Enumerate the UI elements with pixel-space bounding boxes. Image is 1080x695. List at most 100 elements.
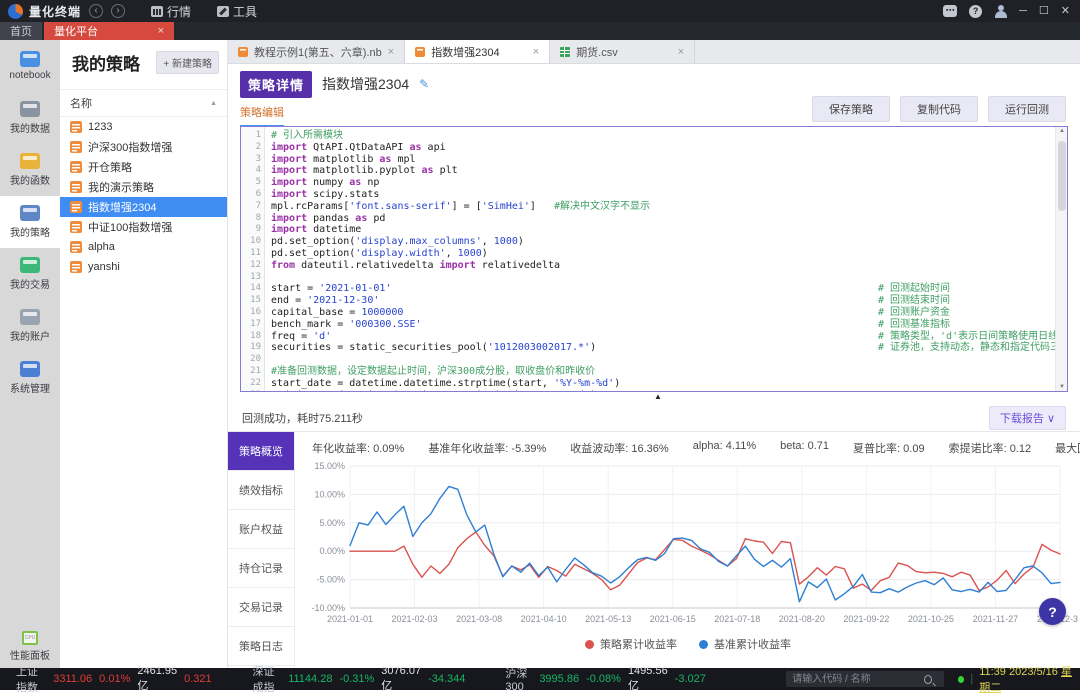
code-editor[interactable]: 1234567891011121314151617181920212223 # … [240,126,1068,392]
overview-tab-账户权益[interactable]: 账户权益 [228,510,294,549]
line-number: 8 [241,213,261,225]
run-backtest-button[interactable]: 运行回测 [988,96,1066,122]
strategy-list-header[interactable]: 名称 ▲ [60,89,227,117]
line-number: 18 [241,331,261,343]
sidebar-item-我的策略[interactable]: 我的策略 [0,196,60,248]
legend-label: 基准累计收益率 [714,636,791,652]
chart-help-button[interactable]: ? [1039,598,1066,625]
close-tab-icon[interactable]: × [678,46,684,58]
minimize-button[interactable]: ─ [1019,4,1027,18]
document-tab[interactable]: 期货.csv× [550,40,695,63]
editor-line-numbers: 1234567891011121314151617181920212223 [241,127,265,391]
new-strategy-button[interactable]: + 新建策略 [156,51,219,74]
sidebar-item-我的账户[interactable]: 我的账户 [0,300,60,352]
code-line: import matplotlib as mpl [271,154,1055,166]
sidebar-item-我的数据[interactable]: 我的数据 [0,92,60,144]
line-number: 23 [241,390,261,392]
scroll-down-icon[interactable]: ▼ [1056,384,1068,390]
strategy-name: 指数增强2304 [322,74,409,94]
forward-icon[interactable]: › [111,4,125,18]
stat-beta: beta: 0.71 [780,440,829,456]
tools-icon [217,6,229,17]
maximize-button[interactable]: ☐ [1039,4,1049,18]
index-change-pct: -0.08% [586,673,621,685]
quote-search-input[interactable] [786,671,944,687]
copy-code-button[interactable]: 复制代码 [900,96,978,122]
overview-tab-策略日志[interactable]: 策略日志 [228,627,294,666]
title-bar: 量化终端 ‹ › 行情 工具 ⋯ ? ─ ☐ ✕ [0,0,1080,22]
document-tab[interactable]: 指数增强2304× [405,40,550,63]
strategy-detail-badge: 策略详情 [240,71,312,98]
sidebar-item-我的函数[interactable]: 我的函数 [0,144,60,196]
strategy-list-item[interactable]: 1233 [60,117,227,137]
close-button[interactable]: ✕ [1061,4,1070,18]
message-icon[interactable]: ⋯ [943,5,957,17]
index-volume: 2461.95亿 [137,665,177,693]
index-price: 3311.06 [53,673,92,685]
notebook-file-icon [415,47,425,57]
close-tab-icon[interactable]: × [533,46,539,58]
strategy-overview-section: 策略概览绩效指标账户权益持仓记录交易记录策略日志 年化收益率: 0.09%基准年… [228,432,1080,668]
line-number: 4 [241,165,261,177]
svg-text:2021-09-22: 2021-09-22 [843,614,889,624]
index-name: 深证成指 [253,663,282,695]
download-report-button[interactable]: 下载报告 ∨ [989,406,1066,430]
workspace-tab-量化平台[interactable]: 量化平台× [44,22,174,40]
strategy-list-item[interactable]: 指数增强2304 [60,197,227,217]
strategy-list-item[interactable]: alpha [60,237,227,257]
tab-strategy-edit[interactable]: 策略编辑 [240,104,284,127]
sidebar-item-系统管理[interactable]: 系统管理 [0,352,60,404]
index-quote-沪深300: 沪深3003995.86-0.08%1495.56亿-3.027 [505,665,730,693]
sidebar-item-我的交易[interactable]: 我的交易 [0,248,60,300]
help-icon[interactable]: ? [969,5,982,18]
index-change: 0.321 [184,673,212,685]
strategy-list-item[interactable]: yanshi [60,257,227,277]
strategy-item-label: 沪深300指数增强 [88,139,172,155]
document-tab-label: 教程示例1(第五、六章).nb [254,44,382,60]
editor-code-area[interactable]: # 引入所需模块import QtAPI.QtDataAPI as apiimp… [265,127,1055,391]
sidebar-item-label: 我的策略 [10,224,50,239]
save-strategy-button[interactable]: 保存策略 [812,96,890,122]
overview-tab-交易记录[interactable]: 交易记录 [228,588,294,627]
code-line: capital_base = 1000000# 回测账户资金 [271,307,1055,319]
strategy-list-item[interactable]: 开仓策略 [60,157,227,177]
editor-scrollbar[interactable]: ▲ ▼ [1055,127,1067,391]
overview-tab-持仓记录[interactable]: 持仓记录 [228,549,294,588]
chart-legend: 策略累计收益率 基准累计收益率 [298,636,1078,652]
overview-tab-策略概览[interactable]: 策略概览 [228,432,294,471]
close-tab-icon[interactable]: × [388,46,394,58]
edit-strategy-name-icon[interactable]: ✎ [419,77,429,91]
left-icon-rail: notebook我的数据我的函数我的策略我的交易我的账户系统管理 CPU性能面板 [0,40,60,668]
sidebar-item-性能面板[interactable]: CPU性能面板 [0,631,60,662]
sidebar-item-notebook[interactable]: notebook [0,40,60,92]
strategy-list-item[interactable]: 我的演示策略 [60,177,227,197]
svg-text:2021-08-20: 2021-08-20 [779,614,825,624]
index-quote-上证指数: 上证指数3311.060.01%2461.95亿0.321 [16,663,237,695]
user-icon[interactable] [994,5,1007,18]
strategy-list-item[interactable]: 沪深300指数增强 [60,137,227,157]
backtest-status-text: 回测成功，耗时75.211秒 [242,410,363,426]
editor-scrollbar-thumb[interactable] [1058,141,1066,211]
overview-tab-绩效指标[interactable]: 绩效指标 [228,471,294,510]
app-title: 量化终端 [29,3,81,20]
back-icon[interactable]: ‹ [89,4,103,18]
menu-market[interactable]: 行情 [151,3,191,20]
code-line [271,354,1055,366]
legend-item[interactable]: 基准累计收益率 [699,636,791,652]
svg-text:0.00%: 0.00% [319,546,345,556]
code-line: pd.set_option('display.max_columns', 100… [271,236,1055,248]
svg-text:2021-11-27: 2021-11-27 [973,614,1018,624]
sort-ascending-icon[interactable]: ▲ [210,100,217,107]
legend-item[interactable]: 策略累计收益率 [585,636,677,652]
menu-tools[interactable]: 工具 [217,3,257,20]
collapse-editor-arrow[interactable]: ▲ [654,392,662,401]
sidebar-item-label: 我的函数 [10,172,50,187]
document-tab[interactable]: 教程示例1(第五、六章).nb × [228,40,405,63]
search-icon[interactable] [924,675,932,684]
line-number: 5 [241,177,261,189]
code-line: end_date = datetime.datetime.strptime(en… [271,390,1055,392]
strategy-list-item[interactable]: 中证100指数增强 [60,217,227,237]
close-tab-icon[interactable]: × [158,25,164,37]
workspace-tab-首页[interactable]: 首页 [0,22,42,40]
scroll-up-icon[interactable]: ▲ [1056,128,1068,134]
